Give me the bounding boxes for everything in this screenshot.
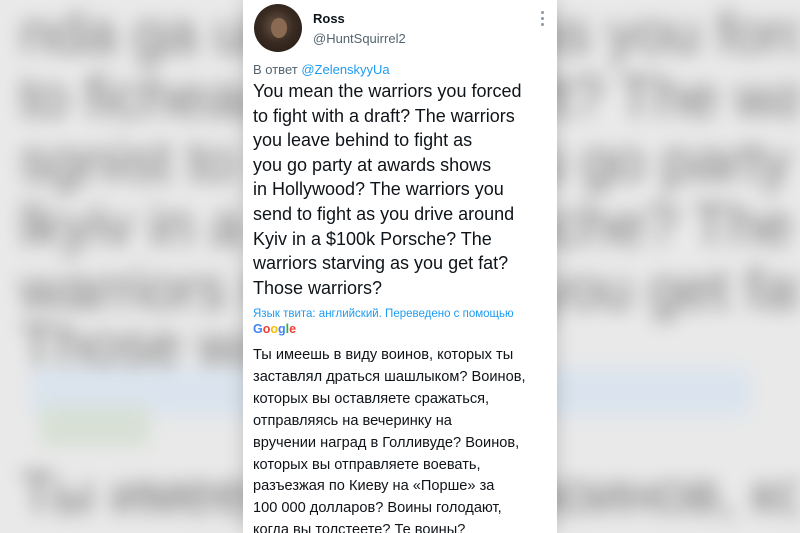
translated-line: разъезжая по Киеву на «Порше» за (253, 478, 495, 495)
tweet-text-line: you go party at awards shows (253, 154, 492, 175)
google-logo: Google (253, 322, 297, 336)
author-name[interactable]: Ross (313, 11, 345, 26)
tweet-text-line: in Hollywood? The warriors you (253, 179, 504, 200)
tweet-text-line: send to fight as you drive around (253, 203, 515, 224)
more-vertical-icon[interactable] (540, 11, 544, 29)
translated-line: когда вы толстеете? Те воины? (253, 522, 466, 533)
reply-context: В ответ @ZelenskyyUa (253, 62, 390, 77)
tweet-card[interactable]: Ross @HuntSquirrel2 В ответ @ZelenskyyUa… (243, 0, 557, 533)
reply-prefix: В ответ (253, 62, 298, 77)
tweet-text-line: Kyiv in a $100k Porsche? The (253, 228, 492, 249)
translated-line: которых вы оставляете сражаться, (253, 390, 490, 407)
translation-note-link[interactable]: Язык твита: английский. Переведено с пом… (253, 308, 514, 320)
avatar[interactable] (254, 4, 302, 52)
translated-line: отправляясь на вечеринку на (253, 412, 452, 429)
translated-line: 100 000 долларов? Воины голодают, (253, 500, 502, 517)
translated-line: заставлял драться шашлыком? Воинов, (253, 368, 526, 385)
translated-line: которых вы отправляете воевать, (253, 456, 481, 473)
tweet-text-line: you leave behind to fight as (253, 130, 473, 151)
translated-line: Ты имеешь в виду воинов, которых ты (253, 347, 514, 363)
translated-line: вручении наград в Голливуде? Воинов, (253, 434, 520, 451)
translated-text: Ты имеешь в виду воинов, которых ты заст… (253, 345, 553, 533)
reply-mention-link[interactable]: @ZelenskyyUa (301, 62, 389, 77)
author-handle[interactable]: @HuntSquirrel2 (313, 31, 406, 46)
tweet-text-line: Those warriors? (253, 277, 383, 298)
tweet-text-line: You mean the warriors you forced (253, 81, 522, 101)
tweet-text-line: warriors starving as you get fat? (253, 253, 509, 274)
tweet-text: You mean the warriors you forced to figh… (253, 79, 553, 300)
tweet-text-line: to fight with a draft? The warriors (253, 105, 515, 126)
